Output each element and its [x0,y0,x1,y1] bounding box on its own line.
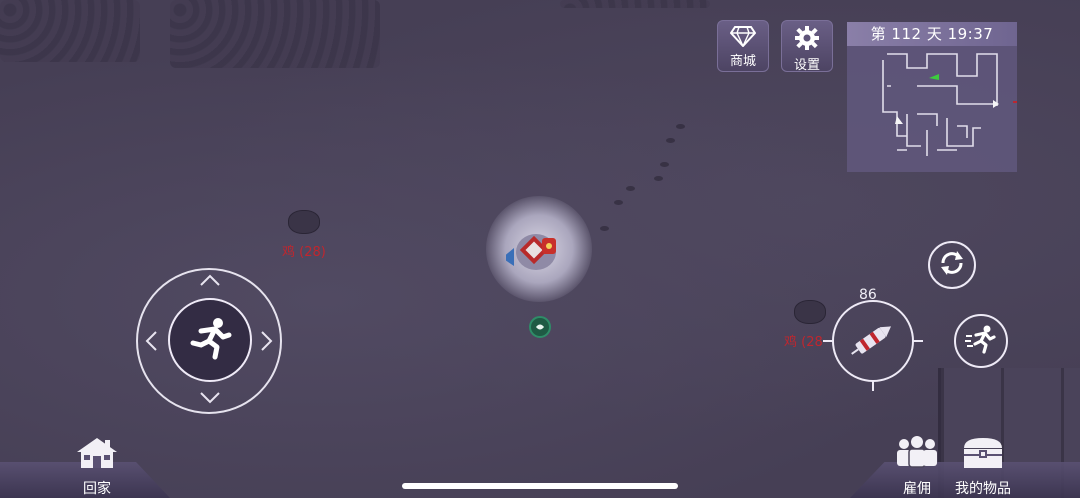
minimap-panel[interactable]: 第 112 天 19:37 [847,22,1017,172]
settings-label: 设置 [793,58,820,73]
footprint [654,176,663,181]
chest-icon [948,436,1018,478]
go-home-button[interactable]: 回家 [70,436,124,498]
attack-aim-button[interactable] [832,300,914,382]
diamond-icon [729,25,757,54]
shop-label: 商城 [729,54,756,69]
home-indicator[interactable] [402,483,678,489]
people-icon [890,436,944,478]
gear-icon [794,25,820,58]
crosshair-tick-right [913,340,923,342]
footprint [660,162,669,167]
inventory-label: 我的物品 [955,481,1011,497]
firework-weapon-icon [845,311,901,371]
enemy-chicken-sprite[interactable] [794,300,826,324]
joystick-knob[interactable] [168,298,252,382]
inventory-button[interactable]: 我的物品 [948,436,1018,498]
joystick-up-arrow [199,270,221,292]
footprint [614,200,623,205]
hire-button[interactable]: 雇佣 [890,436,944,498]
footprint [600,226,609,231]
player-character[interactable] [502,216,570,280]
enemy-label: 鸡 (28 [784,335,823,350]
house-icon [70,436,124,478]
footprint [666,138,675,143]
crosshair-tick-bottom [872,381,874,391]
refresh-target-button[interactable] [928,241,976,289]
go-home-label: 回家 [83,481,111,497]
day-time-status: 第 112 天 19:37 [847,22,1017,46]
crosshair-tick-left [823,340,833,342]
joystick-left-arrow [144,330,158,357]
minimap[interactable] [847,46,1017,172]
settings-button[interactable]: 设置 [781,20,833,73]
pickup-item-icon[interactable] [529,316,551,338]
rock-wall-right [560,0,710,8]
footprint [676,124,685,129]
joystick-down-arrow [199,388,221,410]
sprint-runner-icon [187,315,233,365]
refresh-icon [937,248,967,282]
joystick-right-arrow [260,330,274,357]
dash-button[interactable] [954,314,1008,368]
sprint-icon [964,322,998,360]
rock-wall-center [170,0,380,68]
enemy-chicken-sprite[interactable] [288,210,320,234]
shop-button[interactable]: 商城 [717,20,769,72]
enemy-label: 鸡 (28) [282,245,326,260]
rock-wall-left [0,0,140,62]
hire-label: 雇佣 [903,481,931,497]
footprint [626,186,635,191]
